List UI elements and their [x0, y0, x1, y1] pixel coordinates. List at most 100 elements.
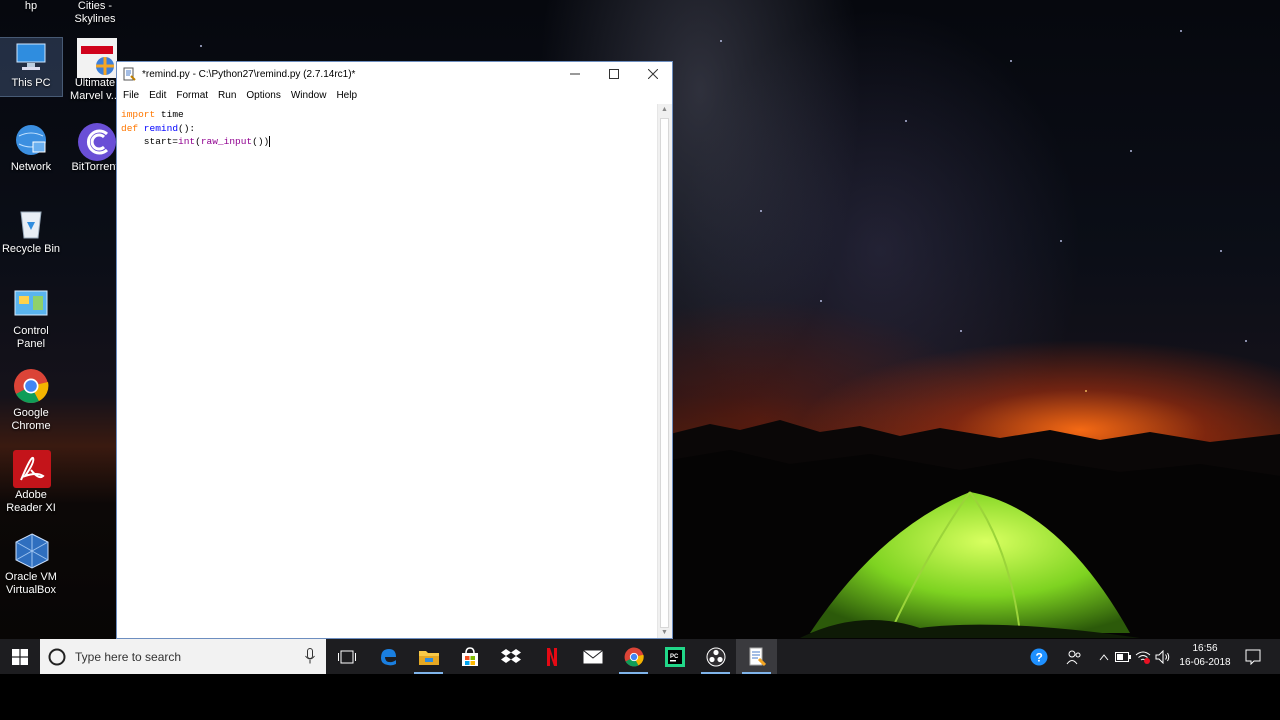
taskbar-file-explorer[interactable] — [408, 639, 449, 674]
star — [1130, 150, 1132, 152]
taskbar-mail[interactable] — [572, 639, 613, 674]
desktop-icon-this-pc[interactable]: This PC — [0, 37, 63, 97]
tray-people[interactable] — [1062, 639, 1086, 674]
clock-date: 16-06-2018 — [1179, 657, 1231, 668]
speaker-icon — [1155, 649, 1170, 664]
scroll-up-icon[interactable]: ▲ — [661, 106, 668, 113]
desktop-icon-recycle-bin[interactable]: Recycle Bin — [0, 204, 62, 256]
desktop-icon-label: Cities - Skylines — [74, 0, 116, 25]
desktop-icon-cities-skylines[interactable]: Cities - Skylines — [64, 0, 126, 26]
code-text: start= — [121, 136, 179, 147]
code-function-name: remind — [138, 122, 179, 134]
task-view-icon — [337, 650, 356, 663]
maximize-icon — [609, 69, 619, 79]
desktop-icon-network[interactable]: Network — [0, 122, 62, 174]
star — [960, 330, 962, 332]
pycharm-icon: PC — [664, 646, 685, 667]
desktop-icon-label: Oracle VM VirtualBox — [5, 571, 57, 596]
obs-icon — [706, 647, 725, 666]
desktop-icon-label: Recycle Bin — [1, 243, 61, 255]
desktop-icon-label: BitTorrent — [71, 161, 119, 173]
menu-run[interactable]: Run — [214, 90, 242, 101]
taskbar-obs[interactable] — [695, 639, 736, 674]
star — [1010, 60, 1012, 62]
vertical-scrollbar[interactable]: ▲ ▼ — [657, 104, 672, 638]
star — [200, 45, 202, 47]
network-icon — [13, 122, 49, 158]
taskbar-store[interactable] — [449, 639, 490, 674]
star — [720, 40, 722, 42]
window-titlebar[interactable]: *remind.py - C:\Python27\remind.py (2.7.… — [117, 62, 672, 86]
menu-options[interactable]: Options — [242, 90, 286, 101]
scroll-down-icon[interactable]: ▼ — [661, 629, 668, 636]
taskbar-pycharm[interactable]: PC — [654, 639, 695, 674]
taskbar: Type here to search PC ? — [0, 639, 1280, 674]
taskbar-idle[interactable] — [736, 639, 777, 674]
code-text: (): — [178, 122, 196, 134]
virtualbox-icon — [13, 532, 49, 569]
idle-file-icon — [122, 67, 136, 81]
desktop-icon-label: This PC — [11, 77, 51, 89]
desktop-icon-label: Ultimate Marvel v... — [70, 77, 120, 102]
menu-format[interactable]: Format — [172, 90, 214, 101]
people-icon — [1066, 650, 1081, 664]
marvel-game-icon — [77, 38, 117, 78]
idle-icon — [749, 647, 766, 666]
code-line: def remind(): — [121, 122, 658, 136]
code-editor[interactable]: import time def remind(): start=int(raw_… — [117, 104, 658, 638]
maximize-button[interactable] — [594, 62, 634, 86]
star — [1180, 30, 1182, 32]
tray-show-hidden[interactable] — [1096, 639, 1112, 674]
text-cursor — [269, 135, 271, 147]
star — [820, 300, 822, 302]
desktop-icon-google-chrome[interactable]: Google Chrome — [0, 368, 62, 433]
code-line: start=int(raw_input()) — [121, 135, 658, 149]
star — [1060, 240, 1062, 242]
cortana-icon — [48, 648, 66, 665]
chevron-up-icon — [1099, 653, 1109, 660]
recycle-bin-icon — [13, 204, 49, 240]
start-button[interactable] — [0, 639, 40, 674]
taskbar-dropbox[interactable] — [490, 639, 531, 674]
code-builtin: int — [178, 136, 196, 147]
close-button[interactable] — [633, 62, 673, 86]
desktop-icon-control-panel[interactable]: Control Panel — [0, 286, 62, 351]
store-icon — [461, 646, 478, 666]
search-placeholder: Type here to search — [75, 649, 182, 664]
microphone-icon[interactable] — [305, 648, 315, 664]
clock-time: 16:56 — [1192, 643, 1218, 654]
star — [1220, 250, 1222, 252]
idle-editor-window[interactable]: *remind.py - C:\Python27\remind.py (2.7.… — [116, 61, 673, 639]
menu-help[interactable]: Help — [332, 90, 363, 101]
dropbox-icon — [500, 648, 521, 663]
tent-illustration — [800, 491, 1140, 638]
desktop-icon-adobe-reader[interactable]: Adobe Reader XI — [0, 450, 62, 515]
desktop-icon-hp[interactable]: hp — [0, 0, 62, 13]
taskbar-edge[interactable] — [367, 639, 408, 674]
tray-help[interactable]: ? — [1026, 639, 1052, 674]
menu-edit[interactable]: Edit — [145, 90, 172, 101]
edge-icon — [380, 648, 396, 665]
tray-action-center[interactable] — [1240, 639, 1266, 674]
tray-battery[interactable] — [1114, 639, 1132, 674]
scrollbar-thumb[interactable] — [660, 118, 669, 628]
help-icon: ? — [1030, 648, 1048, 665]
menu-window[interactable]: Window — [287, 90, 333, 101]
desktop-icon-virtualbox[interactable]: Oracle VM VirtualBox — [0, 532, 62, 597]
star — [1245, 340, 1247, 342]
tray-volume[interactable] — [1154, 639, 1172, 674]
taskbar-clock[interactable]: 16:56 16-06-2018 — [1176, 639, 1234, 674]
taskbar-netflix[interactable] — [531, 639, 572, 674]
netflix-icon — [546, 647, 557, 666]
taskbar-chrome[interactable] — [613, 639, 654, 674]
close-icon — [648, 69, 658, 79]
tray-network[interactable] — [1134, 639, 1152, 674]
svg-text:PC: PC — [670, 654, 679, 660]
menu-file[interactable]: File — [119, 90, 145, 101]
code-text: time — [155, 109, 184, 120]
windows-logo-icon — [12, 648, 28, 665]
wifi-disconnected-icon — [1135, 651, 1151, 664]
taskbar-search-box[interactable]: Type here to search — [40, 639, 326, 674]
minimize-button[interactable] — [555, 62, 595, 86]
task-view-button[interactable] — [326, 639, 367, 674]
